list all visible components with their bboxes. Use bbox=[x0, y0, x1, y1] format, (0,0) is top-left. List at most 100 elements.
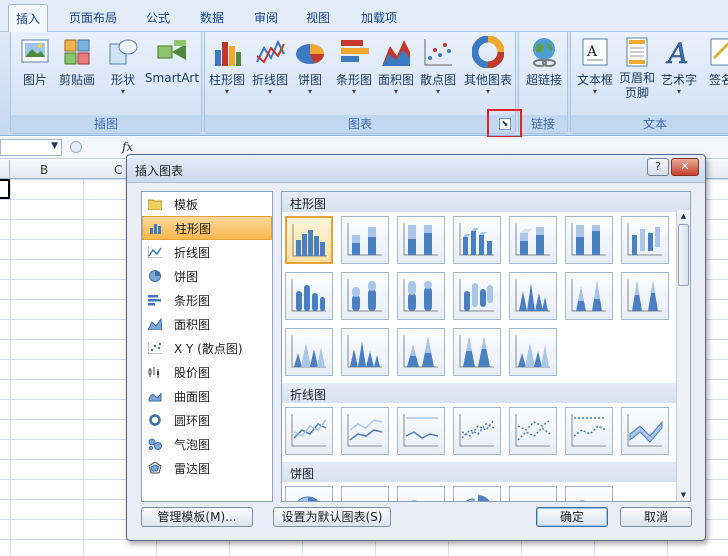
set-default-chart-button[interactable]: 设置为默认图表(S) bbox=[273, 507, 391, 527]
list-item-line[interactable]: 折线图 bbox=[142, 240, 272, 264]
line-chart-icon bbox=[254, 36, 286, 68]
pie-of-pie-thumbnail[interactable] bbox=[397, 486, 445, 501]
percent-stacked-cylinder-thumbnail[interactable] bbox=[397, 272, 445, 320]
section-header-pie: 饼图 bbox=[282, 462, 690, 482]
close-button[interactable]: ✕ bbox=[671, 158, 699, 176]
list-item-templates[interactable]: 模板 bbox=[142, 192, 272, 216]
tab-insert[interactable]: 插入 bbox=[8, 4, 48, 33]
name-box[interactable]: ▼ bbox=[0, 139, 62, 156]
percent-stacked-column-thumbnail[interactable] bbox=[397, 216, 445, 264]
3d-column-thumbnail[interactable] bbox=[621, 216, 669, 264]
list-item-bubble[interactable]: 气泡图 bbox=[142, 432, 272, 456]
stacked-pyramid-thumbnail[interactable] bbox=[397, 328, 445, 376]
scroll-up-icon[interactable]: ▲ bbox=[678, 210, 689, 222]
svg-text:A: A bbox=[586, 44, 598, 60]
area-chart-button[interactable]: 面积图 ▾ bbox=[375, 36, 417, 96]
tab-addins[interactable]: 加载项 bbox=[352, 4, 406, 32]
clustered-column-thumbnail[interactable] bbox=[285, 216, 333, 264]
column-chart-button[interactable]: 柱形图 ▾ bbox=[207, 36, 247, 96]
list-item-surface[interactable]: 曲面图 bbox=[142, 384, 272, 408]
other-charts-button[interactable]: 其他图表 ▾ bbox=[461, 35, 515, 96]
textbox-button[interactable]: A 文本框 ▾ bbox=[575, 36, 615, 96]
scroll-thumb[interactable] bbox=[678, 224, 689, 286]
stacked-cone-thumbnail[interactable] bbox=[565, 272, 613, 320]
column-header-c[interactable]: C bbox=[114, 163, 122, 177]
picture-icon bbox=[19, 36, 51, 68]
bar-chart-button[interactable]: 条形图 ▾ bbox=[333, 36, 375, 96]
clustered-pyramid-thumbnail[interactable] bbox=[341, 328, 389, 376]
percent-stacked-line-with-markers-thumbnail[interactable] bbox=[565, 407, 613, 455]
tab-formulas[interactable]: 公式 bbox=[138, 4, 178, 32]
list-item-column[interactable]: 柱形图 bbox=[142, 216, 272, 240]
scroll-down-icon[interactable]: ▼ bbox=[678, 489, 689, 501]
exploded-pie-thumbnail[interactable] bbox=[453, 486, 501, 501]
tab-data[interactable]: 数据 bbox=[192, 4, 232, 32]
list-item-scatter[interactable]: X Y (散点图) bbox=[142, 336, 272, 360]
3d-line-thumbnail[interactable] bbox=[621, 407, 669, 455]
stacked-line-with-markers-thumbnail[interactable] bbox=[509, 407, 557, 455]
list-item-radar[interactable]: 雷达图 bbox=[142, 456, 272, 480]
hyperlink-button[interactable]: 超链接 bbox=[523, 36, 565, 88]
tab-review[interactable]: 审阅 bbox=[246, 4, 286, 32]
shapes-button[interactable]: 形状 ▾ bbox=[103, 36, 143, 96]
stacked-column-thumbnail[interactable] bbox=[341, 216, 389, 264]
tab-page-layout[interactable]: 页面布局 bbox=[62, 4, 124, 32]
stacked-line-thumbnail[interactable] bbox=[341, 407, 389, 455]
fx-icon[interactable]: fx bbox=[122, 140, 133, 154]
3d-cylinder-thumbnail[interactable] bbox=[453, 272, 501, 320]
gallery-row bbox=[282, 212, 690, 268]
help-button[interactable]: ? bbox=[647, 158, 669, 176]
dropdown-arrow-icon: ▾ bbox=[676, 87, 681, 96]
list-item-pie[interactable]: 饼图 bbox=[142, 264, 272, 288]
radar-chart-icon bbox=[148, 461, 162, 474]
section-header-line: 折线图 bbox=[282, 383, 690, 403]
line-chart-button[interactable]: 折线图 ▾ bbox=[249, 36, 291, 96]
group-label-text: 文本 bbox=[571, 115, 728, 133]
ok-button[interactable]: 确定 bbox=[536, 507, 608, 527]
3d-stacked-column-thumbnail[interactable] bbox=[509, 216, 557, 264]
gallery-row bbox=[282, 268, 690, 324]
line-thumbnail[interactable] bbox=[285, 407, 333, 455]
3d-clustered-column-thumbnail[interactable] bbox=[453, 216, 501, 264]
stacked-cylinder-thumbnail[interactable] bbox=[341, 272, 389, 320]
line-with-markers-thumbnail[interactable] bbox=[453, 407, 501, 455]
clustered-cone-thumbnail[interactable] bbox=[509, 272, 557, 320]
list-item-doughnut[interactable]: 圆环图 bbox=[142, 408, 272, 432]
list-item-bar[interactable]: 条形图 bbox=[142, 288, 272, 312]
pie-thumbnail[interactable] bbox=[285, 486, 333, 501]
3d-cone-thumbnail[interactable] bbox=[285, 328, 333, 376]
wordart-button[interactable]: A 艺术字 ▾ bbox=[659, 36, 699, 96]
smartart-button[interactable]: SmartArt bbox=[143, 36, 201, 85]
dropdown-arrow-icon: ▾ bbox=[307, 87, 312, 96]
percent-stacked-cone-thumbnail[interactable] bbox=[621, 272, 669, 320]
clipart-button[interactable]: 剪贴画 bbox=[55, 36, 99, 88]
scatter-chart-button[interactable]: 散点图 ▾ bbox=[417, 36, 459, 96]
expand-icon[interactable] bbox=[70, 141, 82, 153]
group-illustrations: 图片 剪贴画 形状 ▾ SmartArt 插图 bbox=[10, 32, 202, 134]
dropdown-arrow-icon: ▾ bbox=[351, 87, 356, 96]
signature-button[interactable]: 签名 bbox=[701, 36, 728, 88]
header-footer-button[interactable]: 页眉和页脚 bbox=[617, 36, 657, 101]
list-item-area[interactable]: 面积图 bbox=[142, 312, 272, 336]
column-header-b[interactable]: B bbox=[40, 163, 48, 177]
percent-stacked-pyramid-thumbnail[interactable] bbox=[453, 328, 501, 376]
list-item-stock[interactable]: 股价图 bbox=[142, 360, 272, 384]
3d-pie-thumbnail[interactable] bbox=[341, 486, 389, 501]
group-charts: 柱形图 ▾ 折线图 ▾ 饼图 ▾ 条形图 ▾ 面积图 ▾ 散点图 ▾ 其他图表 … bbox=[204, 32, 516, 134]
percent-stacked-line-thumbnail[interactable] bbox=[397, 407, 445, 455]
pie-chart-button[interactable]: 饼图 ▾ bbox=[293, 36, 327, 96]
bar-of-pie-thumbnail[interactable] bbox=[565, 486, 613, 501]
dropdown-arrow-icon: ▾ bbox=[393, 87, 398, 96]
picture-button[interactable]: 图片 bbox=[15, 36, 55, 88]
select-all-corner[interactable] bbox=[0, 160, 10, 179]
3d-exploded-pie-thumbnail[interactable] bbox=[509, 486, 557, 501]
3d-percent-stacked-column-thumbnail[interactable] bbox=[565, 216, 613, 264]
tab-view[interactable]: 视图 bbox=[298, 4, 338, 32]
manage-templates-button[interactable]: 管理模板(M)... bbox=[141, 507, 253, 527]
cancel-button[interactable]: 取消 bbox=[620, 507, 692, 527]
active-cell[interactable] bbox=[0, 179, 10, 199]
vertical-scrollbar[interactable]: ▲ ▼ bbox=[676, 210, 690, 501]
clustered-cylinder-thumbnail[interactable] bbox=[285, 272, 333, 320]
3d-pyramid-thumbnail[interactable] bbox=[509, 328, 557, 376]
chevron-down-icon[interactable]: ▼ bbox=[51, 141, 58, 151]
